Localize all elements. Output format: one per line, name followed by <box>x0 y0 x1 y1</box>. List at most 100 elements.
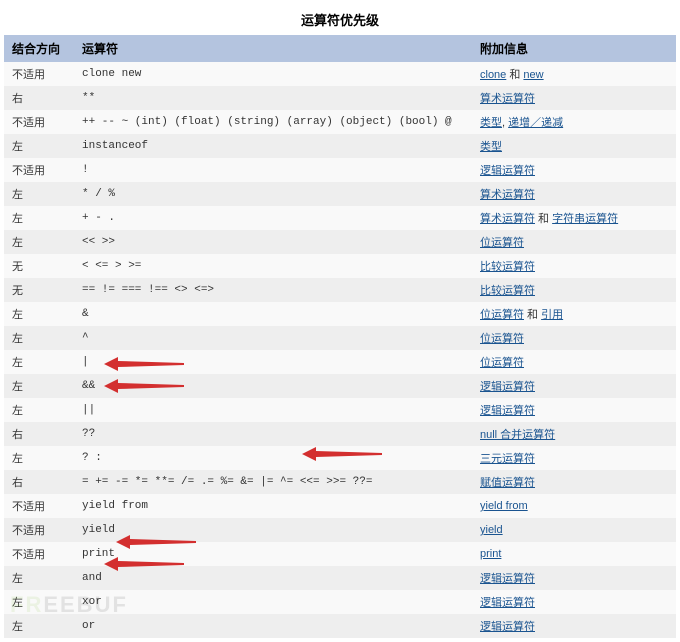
info-link[interactable]: clone <box>480 69 506 81</box>
table-row: 左+ - .算术运算符 和 字符串运算符 <box>4 206 676 230</box>
cell-assoc: 左 <box>4 614 74 638</box>
cell-operator: && <box>74 374 472 398</box>
cell-operator: yield from <box>74 494 472 518</box>
info-link[interactable]: 类型 <box>480 141 502 153</box>
cell-operator: print <box>74 542 472 566</box>
info-link[interactable]: 三元运算符 <box>480 453 535 465</box>
table-row: 无== != === !== <> <=>比较运算符 <box>4 278 676 302</box>
info-link[interactable]: 算术运算符 <box>480 93 535 105</box>
cell-assoc: 不适用 <box>4 542 74 566</box>
info-link[interactable]: 比较运算符 <box>480 261 535 273</box>
info-link[interactable]: 递增／递减 <box>508 117 563 129</box>
cell-operator: yield <box>74 518 472 542</box>
table-row: 不适用clone newclone 和 new <box>4 62 676 86</box>
cell-operator: = += -= *= **= /= .= %= &= |= ^= <<= >>=… <box>74 470 472 494</box>
cell-info: 赋值运算符 <box>472 470 676 494</box>
cell-assoc: 右 <box>4 86 74 110</box>
cell-assoc: 左 <box>4 566 74 590</box>
table-row: 右??null 合并运算符 <box>4 422 676 446</box>
table-row: 左or 逻辑运算符 <box>4 614 676 638</box>
info-link[interactable]: print <box>480 548 501 560</box>
info-link[interactable]: 类型 <box>480 117 502 129</box>
table-row: 左^ 位运算符 <box>4 326 676 350</box>
cell-assoc: 左 <box>4 350 74 374</box>
header-operator: 运算符 <box>74 35 472 62</box>
cell-info: 位运算符 <box>472 230 676 254</box>
table-row: 左||逻辑运算符 <box>4 398 676 422</box>
info-link[interactable]: new <box>523 69 543 81</box>
table-row: 左? :三元运算符 <box>4 446 676 470</box>
cell-assoc: 无 <box>4 254 74 278</box>
table-row: 不适用++ -- ~ (int) (float) (string) (array… <box>4 110 676 134</box>
cell-operator: xor <box>74 590 472 614</box>
cell-info: 逻辑运算符 <box>472 566 676 590</box>
info-link[interactable]: 比较运算符 <box>480 285 535 297</box>
cell-info: 算术运算符 和 字符串运算符 <box>472 206 676 230</box>
table-row: 左* / % 算术运算符 <box>4 182 676 206</box>
cell-info: 算术运算符 <box>472 86 676 110</box>
cell-info: print <box>472 542 676 566</box>
cell-assoc: 左 <box>4 182 74 206</box>
cell-info: 类型 <box>472 134 676 158</box>
cell-info: 逻辑运算符 <box>472 398 676 422</box>
info-link[interactable]: 算术运算符 <box>480 213 535 225</box>
cell-assoc: 左 <box>4 374 74 398</box>
info-link[interactable]: yield <box>480 524 503 536</box>
header-info: 附加信息 <box>472 35 676 62</box>
cell-info: 三元运算符 <box>472 446 676 470</box>
info-link[interactable]: 赋值运算符 <box>480 477 535 489</box>
cell-assoc: 左 <box>4 446 74 470</box>
cell-assoc: 不适用 <box>4 518 74 542</box>
table-row: 无< <= > >=比较运算符 <box>4 254 676 278</box>
cell-assoc: 不适用 <box>4 494 74 518</box>
cell-assoc: 左 <box>4 134 74 158</box>
info-link[interactable]: 位运算符 <box>480 333 524 345</box>
info-link[interactable]: yield from <box>480 500 528 512</box>
info-link[interactable]: 逻辑运算符 <box>480 597 535 609</box>
cell-info: 位运算符 <box>472 350 676 374</box>
info-link[interactable]: 字符串运算符 <box>552 213 618 225</box>
cell-operator: ! <box>74 158 472 182</box>
cell-info: 逻辑运算符 <box>472 590 676 614</box>
info-link[interactable]: 引用 <box>541 309 563 321</box>
cell-operator: instanceof <box>74 134 472 158</box>
cell-operator: + - . <box>74 206 472 230</box>
cell-info: 比较运算符 <box>472 254 676 278</box>
cell-operator: and <box>74 566 472 590</box>
info-link[interactable]: 算术运算符 <box>480 189 535 201</box>
cell-info: clone 和 new <box>472 62 676 86</box>
info-link[interactable]: 逻辑运算符 <box>480 381 535 393</box>
cell-assoc: 右 <box>4 422 74 446</box>
table-row: 左xor逻辑运算符 <box>4 590 676 614</box>
cell-assoc: 左 <box>4 302 74 326</box>
table-row: 左and逻辑运算符 <box>4 566 676 590</box>
table-row: 不适用yield fromyield from <box>4 494 676 518</box>
info-link[interactable]: 逻辑运算符 <box>480 405 535 417</box>
cell-assoc: 左 <box>4 326 74 350</box>
cell-info: 算术运算符 <box>472 182 676 206</box>
table-row: 左instanceof 类型 <box>4 134 676 158</box>
cell-info: 逻辑运算符 <box>472 158 676 182</box>
operator-precedence-table: 结合方向 运算符 附加信息 不适用clone newclone 和 new右**… <box>4 35 676 638</box>
cell-operator: clone new <box>74 62 472 86</box>
table-row: 右= += -= *= **= /= .= %= &= |= ^= <<= >>… <box>4 470 676 494</box>
cell-operator: || <box>74 398 472 422</box>
info-link[interactable]: 逻辑运算符 <box>480 165 535 177</box>
cell-operator: == != === !== <> <=> <box>74 278 472 302</box>
info-link[interactable]: null 合并运算符 <box>480 429 555 441</box>
cell-info: yield <box>472 518 676 542</box>
cell-operator: or <box>74 614 472 638</box>
info-link[interactable]: 位运算符 <box>480 237 524 249</box>
cell-operator: ^ <box>74 326 472 350</box>
page-title: 运算符优先级 <box>4 4 676 35</box>
cell-info: yield from <box>472 494 676 518</box>
info-link[interactable]: 逻辑运算符 <box>480 621 535 633</box>
table-row: 不适用printprint <box>4 542 676 566</box>
cell-operator: * / % <box>74 182 472 206</box>
cell-info: null 合并运算符 <box>472 422 676 446</box>
info-link[interactable]: 位运算符 <box>480 309 524 321</box>
cell-info: 位运算符 和 引用 <box>472 302 676 326</box>
cell-operator: ++ -- ~ (int) (float) (string) (array) (… <box>74 110 472 134</box>
info-link[interactable]: 位运算符 <box>480 357 524 369</box>
cell-info: 逻辑运算符 <box>472 614 676 638</box>
